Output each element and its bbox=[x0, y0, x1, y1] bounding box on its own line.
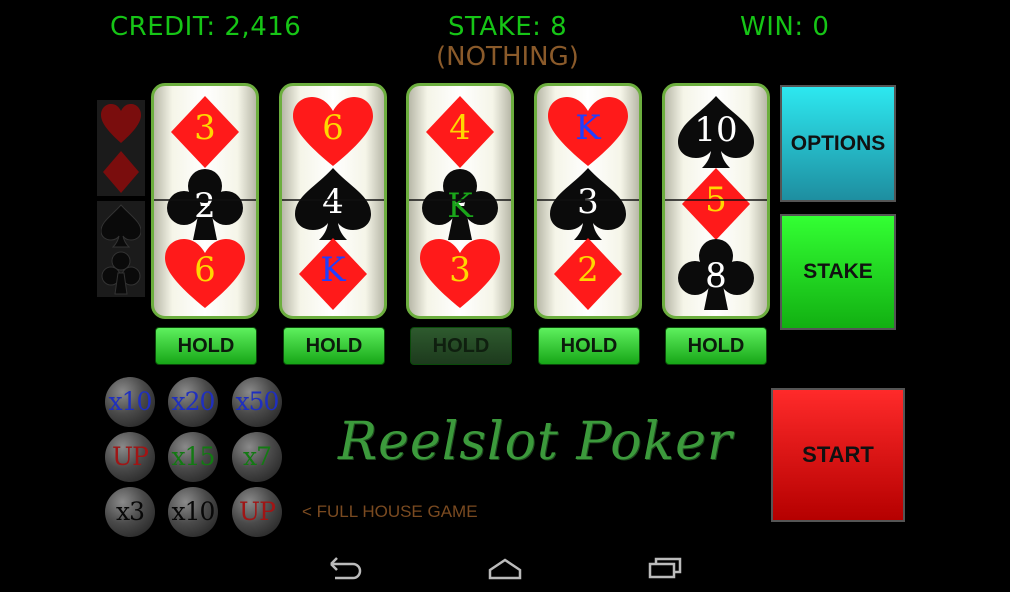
reel-2: 6 4 K bbox=[279, 83, 387, 319]
card-rank: 4 bbox=[449, 108, 471, 148]
multiplier-coin[interactable]: x10 bbox=[168, 487, 218, 537]
win-display: WIN: 0 bbox=[740, 12, 830, 42]
spade-icon bbox=[101, 204, 141, 248]
heart-icon bbox=[101, 104, 141, 143]
payline bbox=[665, 199, 767, 201]
result-text: (NOTHING) bbox=[436, 42, 579, 72]
club-card-symbol: K bbox=[420, 168, 500, 240]
payline bbox=[409, 199, 511, 201]
game-title: Reelslot Poker bbox=[338, 412, 733, 472]
multiplier-coin[interactable]: x3 bbox=[105, 487, 155, 537]
multiplier-coin[interactable]: x10 bbox=[105, 377, 155, 427]
card-rank: 8 bbox=[705, 256, 727, 296]
card-rank: 3 bbox=[449, 250, 471, 290]
game-note: < FULL HOUSE GAME bbox=[302, 502, 478, 521]
spade-card-symbol: 10 bbox=[676, 96, 756, 168]
home-icon[interactable] bbox=[487, 556, 523, 580]
spade-card-symbol: 3 bbox=[548, 168, 628, 240]
start-button[interactable]: START bbox=[771, 388, 905, 522]
spade-card-symbol: 4 bbox=[293, 168, 373, 240]
card-rank: 3 bbox=[194, 108, 216, 148]
side-suit-column-top bbox=[97, 100, 145, 196]
heart-card-symbol: K bbox=[548, 96, 628, 168]
credit-display: CREDIT: 2,416 bbox=[110, 12, 302, 42]
card-rank: 4 bbox=[322, 182, 344, 222]
card-rank: K bbox=[447, 186, 473, 226]
club-card-symbol: 8 bbox=[676, 238, 756, 310]
stake-display: STAKE: 8 bbox=[448, 12, 568, 42]
diamond-card-symbol: K bbox=[293, 238, 373, 310]
card-rank: 2 bbox=[577, 250, 599, 290]
diamond-card-symbol: 5 bbox=[676, 168, 756, 240]
multiplier-coin[interactable]: x50 bbox=[232, 377, 282, 427]
card-rank: 3 bbox=[577, 182, 599, 222]
reel-3: 4 K 3 bbox=[406, 83, 514, 319]
multiplier-coin[interactable]: UP bbox=[232, 487, 282, 537]
multiplier-coin[interactable]: x20 bbox=[168, 377, 218, 427]
back-icon[interactable] bbox=[327, 556, 363, 580]
heart-card-symbol: 6 bbox=[293, 96, 373, 168]
reel-1: 3 2 6 bbox=[151, 83, 259, 319]
payline bbox=[282, 199, 384, 201]
stake-button[interactable]: STAKE bbox=[780, 214, 896, 330]
card-rank: 6 bbox=[194, 250, 216, 290]
diamond-card-symbol: 4 bbox=[420, 96, 500, 168]
multiplier-coin[interactable]: UP bbox=[105, 432, 155, 482]
card-rank: 2 bbox=[194, 186, 216, 226]
club-card-symbol: 2 bbox=[165, 168, 245, 240]
multiplier-coin[interactable]: x15 bbox=[168, 432, 218, 482]
multiplier-coin[interactable]: x7 bbox=[232, 432, 282, 482]
diamond-icon bbox=[103, 151, 139, 193]
card-rank: 10 bbox=[694, 110, 738, 150]
reel-4: K 3 2 bbox=[534, 83, 642, 319]
diamond-card-symbol: 3 bbox=[165, 96, 245, 168]
reel-5: 10 5 8 bbox=[662, 83, 770, 319]
hold-button-2[interactable]: HOLD bbox=[283, 327, 385, 365]
card-rank: 6 bbox=[322, 108, 344, 148]
heart-card-symbol: 6 bbox=[165, 238, 245, 310]
hold-button-4[interactable]: HOLD bbox=[538, 327, 640, 365]
club-icon bbox=[101, 251, 141, 295]
hold-button-3[interactable]: HOLD bbox=[410, 327, 512, 365]
card-rank: K bbox=[575, 108, 601, 148]
hold-button-5[interactable]: HOLD bbox=[665, 327, 767, 365]
recents-icon[interactable] bbox=[647, 556, 683, 580]
side-suit-column-bottom bbox=[97, 201, 145, 297]
hold-button-1[interactable]: HOLD bbox=[155, 327, 257, 365]
diamond-card-symbol: 2 bbox=[548, 238, 628, 310]
card-rank: K bbox=[320, 250, 346, 290]
heart-card-symbol: 3 bbox=[420, 238, 500, 310]
payline bbox=[154, 199, 256, 201]
options-button[interactable]: OPTIONS bbox=[780, 85, 896, 202]
payline bbox=[537, 199, 639, 201]
